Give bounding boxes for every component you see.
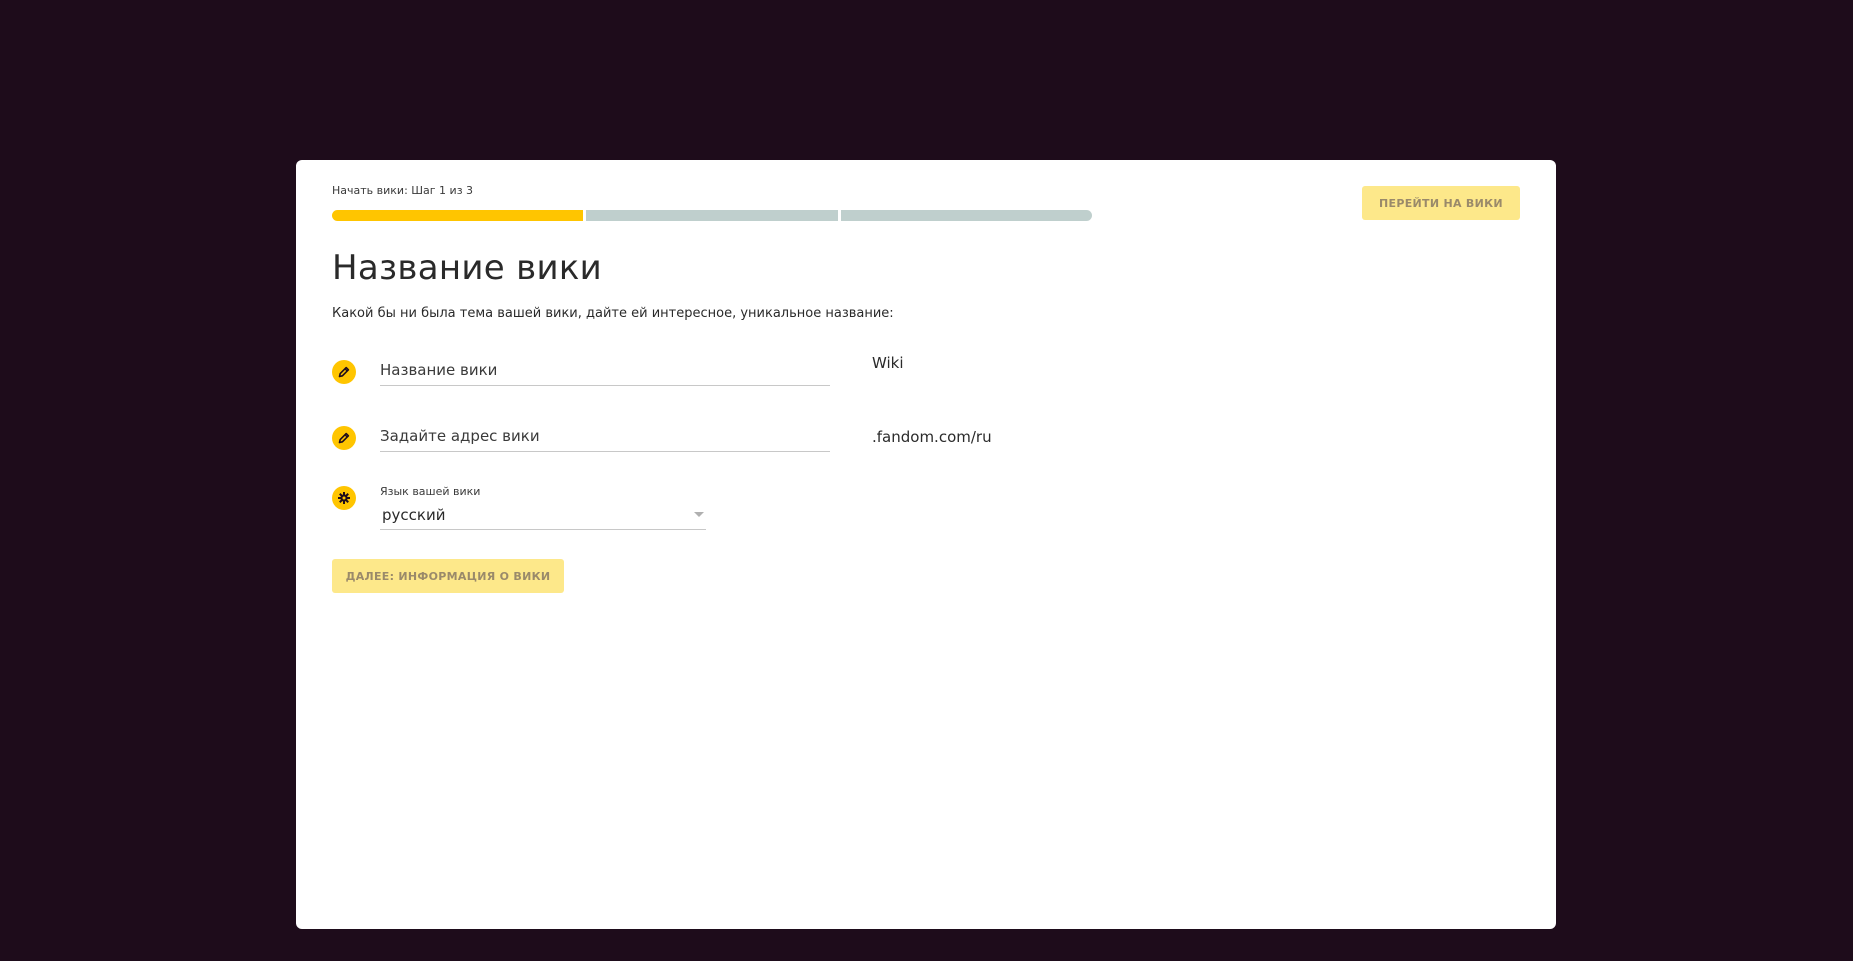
gear-icon [332,486,356,510]
progress-step-3 [840,210,1092,221]
wiki-name-suffix: Wiki [872,354,904,372]
wiki-setup-card: Начать вики: Шаг 1 из 3 ПЕРЕЙТИ НА ВИКИ … [296,160,1556,929]
wiki-address-input[interactable] [380,420,830,452]
wiki-name-row: Wiki [332,354,1032,390]
chevron-down-icon [694,512,704,517]
page-title: Название вики [332,248,603,288]
pencil-icon [332,426,356,450]
wiki-language-row: Язык вашей вики русский [332,485,732,542]
wiki-address-suffix: .fandom.com/ru [872,428,992,446]
wiki-address-row: .fandom.com/ru [332,420,1132,456]
wiki-name-input[interactable] [380,354,830,386]
step-label: Начать вики: Шаг 1 из 3 [332,184,474,197]
goto-wiki-button[interactable]: ПЕРЕЙТИ НА ВИКИ [1362,186,1520,220]
language-label: Язык вашей вики [380,485,481,498]
pencil-icon [332,360,356,384]
progress-bar [332,210,1092,221]
language-selected-value: русский [382,506,446,524]
progress-step-2 [586,210,838,221]
page-subtitle: Какой бы ни была тема вашей вики, дайте … [332,306,894,321]
progress-step-1 [332,210,584,221]
next-step-button[interactable]: ДАЛЕЕ: ИНФОРМАЦИЯ О ВИКИ [332,559,564,593]
language-select[interactable]: русский [380,500,706,530]
